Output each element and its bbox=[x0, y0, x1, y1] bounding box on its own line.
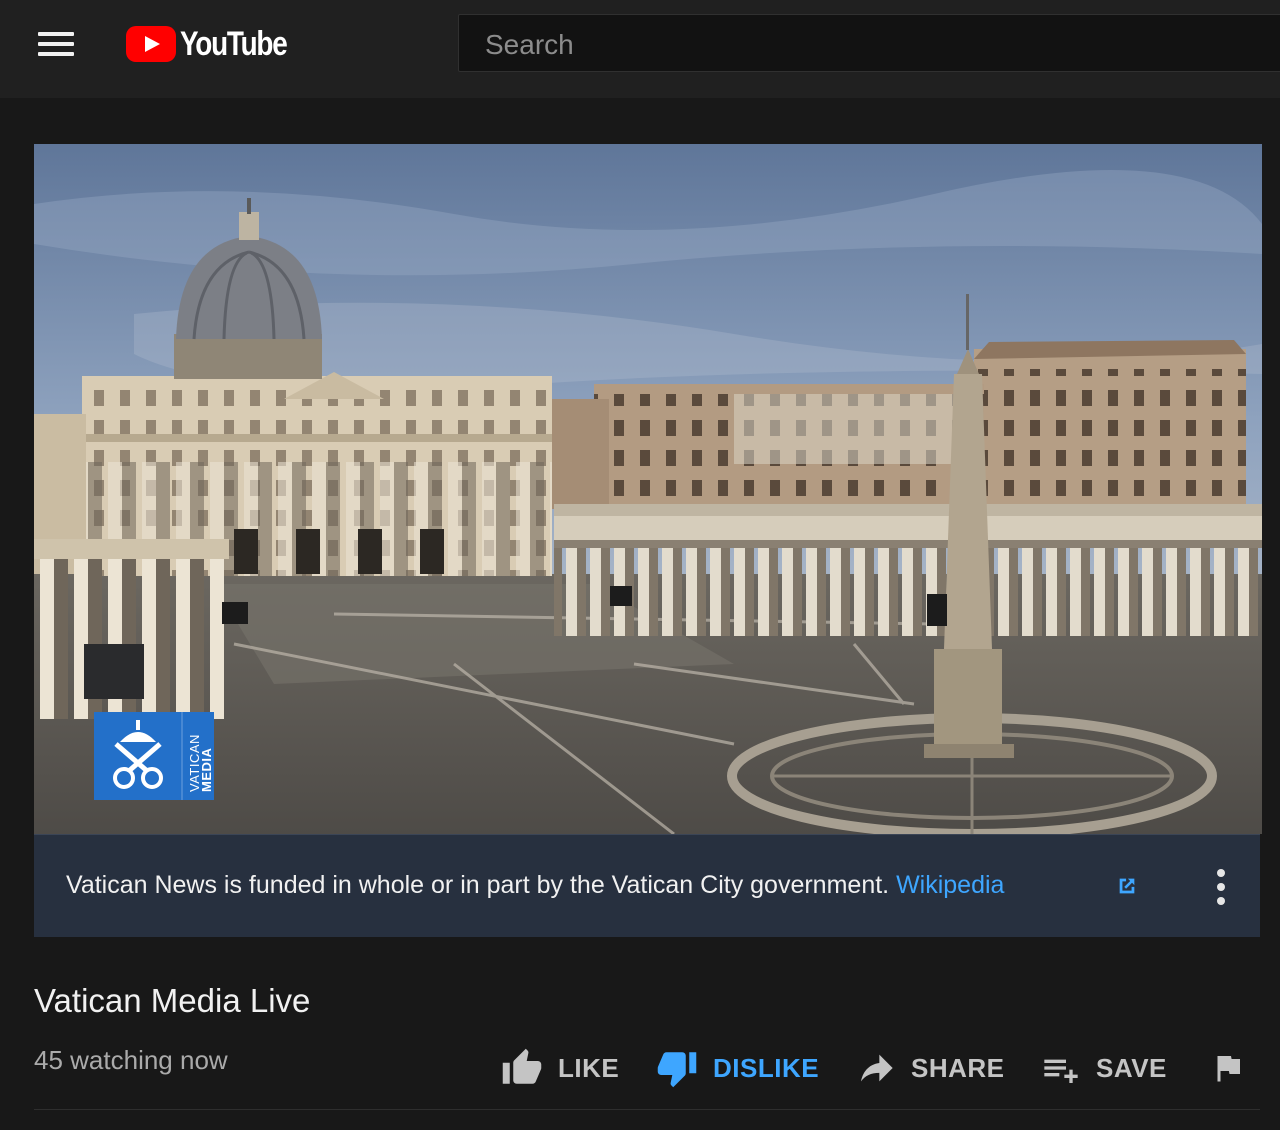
playlist-add-icon bbox=[1044, 1059, 1078, 1083]
search-input[interactable] bbox=[483, 25, 1267, 65]
external-link-icon[interactable] bbox=[1116, 875, 1138, 897]
hamburger-menu-icon[interactable] bbox=[34, 30, 78, 58]
save-button[interactable]: SAVE bbox=[1040, 1043, 1167, 1093]
like-button[interactable]: LIKE bbox=[500, 1043, 619, 1093]
thumbs-up-icon bbox=[502, 1048, 542, 1084]
video-frame bbox=[34, 144, 1262, 834]
vatican-logo-text-2: MEDIA bbox=[199, 748, 214, 793]
dislike-button[interactable]: DISLIKE bbox=[655, 1043, 819, 1093]
report-button[interactable] bbox=[1210, 1043, 1246, 1093]
video-player[interactable]: VATICAN MEDIA bbox=[34, 144, 1262, 834]
like-label: LIKE bbox=[558, 1052, 620, 1083]
funding-notice-text: Vatican News is funded in whole or in pa… bbox=[66, 871, 890, 899]
video-title: Vatican Media Live bbox=[34, 982, 311, 1019]
youtube-wordmark: YouTube bbox=[180, 24, 288, 63]
masthead: YouTube bbox=[0, 0, 1280, 98]
section-divider bbox=[34, 1109, 1260, 1110]
viewer-count: 45 watching now bbox=[34, 1045, 228, 1075]
funding-notice: Vatican News is funded in whole or in pa… bbox=[66, 871, 1004, 900]
thumbs-down-icon bbox=[657, 1052, 697, 1088]
share-label: SHARE bbox=[911, 1052, 1005, 1083]
vatican-keys-icon: VATICAN MEDIA bbox=[94, 712, 214, 800]
share-button[interactable]: SHARE bbox=[855, 1043, 1005, 1093]
share-arrow-icon bbox=[861, 1054, 893, 1082]
vatican-media-logo: VATICAN MEDIA bbox=[94, 712, 214, 800]
youtube-play-icon bbox=[126, 26, 176, 62]
wikipedia-link[interactable]: Wikipedia bbox=[896, 871, 1004, 899]
save-label: SAVE bbox=[1096, 1052, 1167, 1083]
more-options-icon[interactable] bbox=[1212, 869, 1230, 905]
youtube-logo[interactable]: YouTube bbox=[126, 24, 310, 64]
information-panel: Vatican News is funded in whole or in pa… bbox=[34, 834, 1260, 937]
search-box[interactable] bbox=[458, 14, 1280, 72]
flag-icon bbox=[1217, 1056, 1240, 1082]
dislike-label: DISLIKE bbox=[713, 1052, 820, 1083]
